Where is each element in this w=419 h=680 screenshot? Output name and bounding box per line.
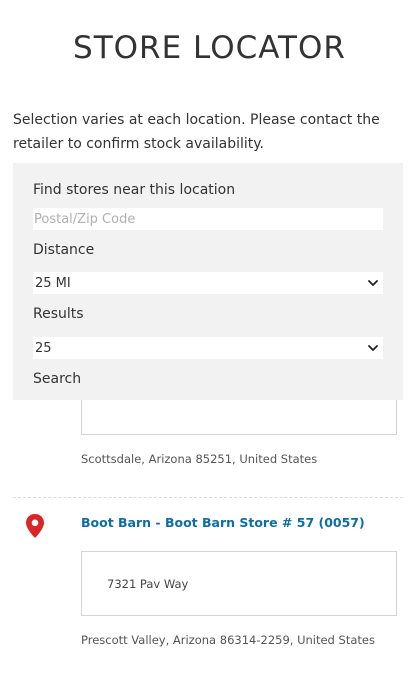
distance-select-value: 25 MI	[35, 275, 71, 291]
results-label: Results	[33, 306, 84, 322]
map-pin-icon[interactable]	[25, 514, 45, 538]
results-select[interactable]: 25	[33, 337, 383, 359]
store-name-link[interactable]: Boot Barn - Boot Barn Store # 57 (0057)	[81, 515, 365, 530]
chevron-down-icon	[368, 345, 378, 351]
result-city-line: Prescott Valley, Arizona 86314-2259, Uni…	[81, 633, 375, 647]
result-city-line: Scottsdale, Arizona 85251, United States	[81, 452, 318, 466]
search-panel: Find stores near this location Distance …	[13, 163, 403, 400]
distance-select[interactable]: 25 MI	[33, 272, 383, 294]
results-select-value: 25	[35, 340, 52, 356]
search-button[interactable]: Search	[33, 371, 81, 387]
chevron-down-icon	[368, 280, 378, 286]
distance-label: Distance	[33, 242, 95, 258]
result-address-box: 7321 Pav Way	[81, 551, 397, 616]
result-address-box	[81, 395, 397, 435]
find-stores-label: Find stores near this location	[33, 182, 236, 198]
postal-code-input[interactable]	[33, 208, 383, 230]
result-divider	[13, 497, 403, 498]
result-address-line: 7321 Pav Way	[107, 577, 189, 591]
